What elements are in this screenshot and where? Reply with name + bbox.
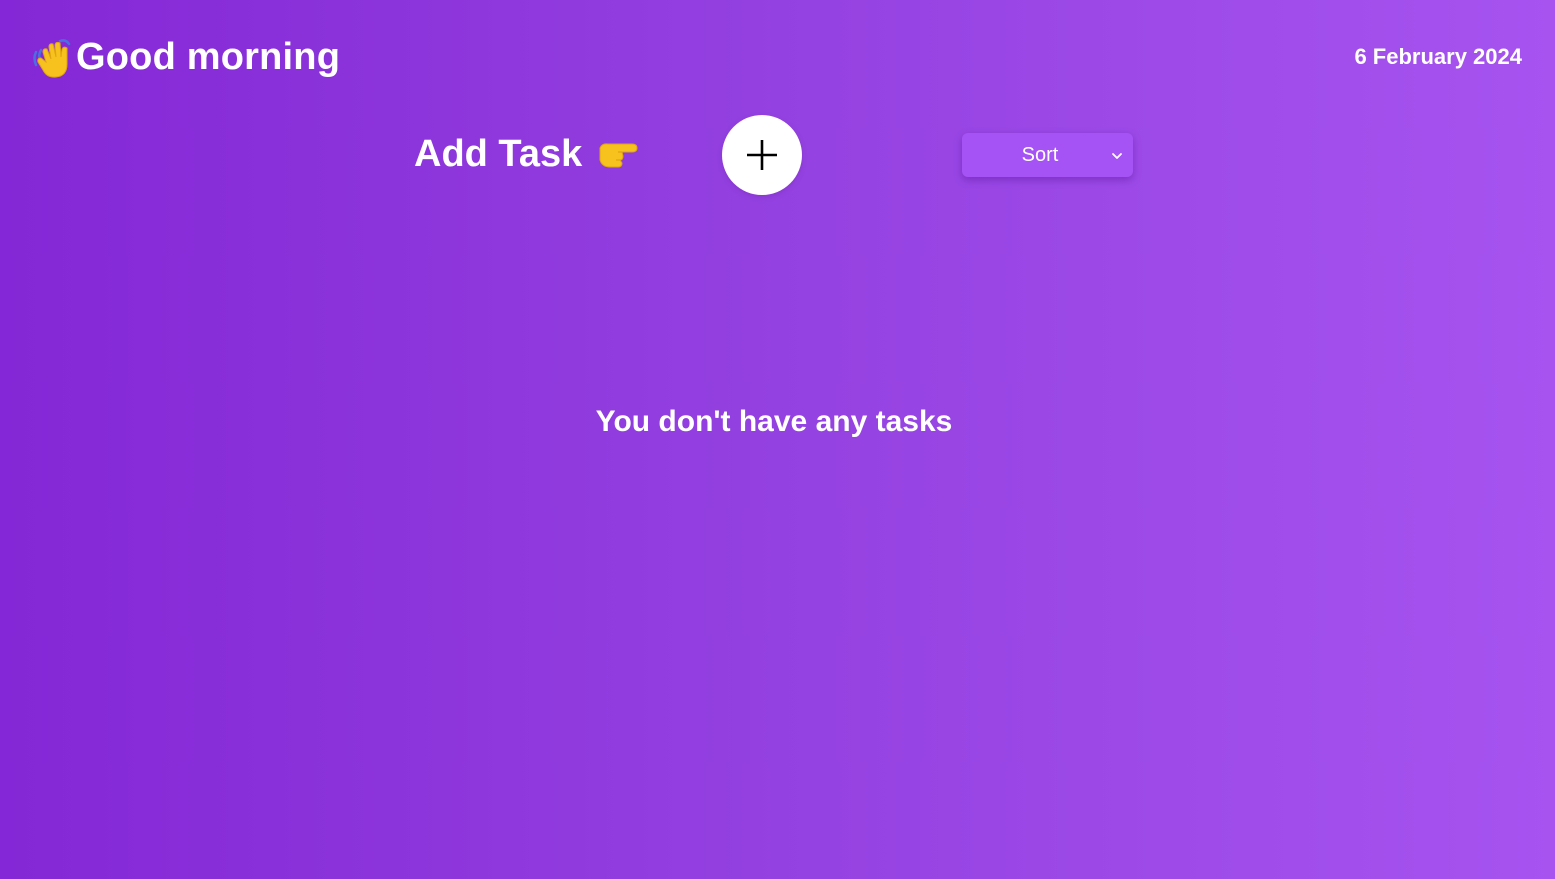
pointing-right-hand-icon — [596, 134, 640, 174]
empty-tasks-message: You don't have any tasks — [0, 402, 1555, 442]
plus-icon — [746, 139, 778, 171]
current-date: 6 February 2024 — [1354, 44, 1522, 69]
add-task-text: Add Task — [414, 133, 583, 175]
add-task-button[interactable] — [722, 115, 802, 195]
empty-tasks-text: You don't have any tasks — [595, 405, 953, 438]
toolbar: Add Task Sort — [0, 115, 1555, 195]
greeting-text: Good morning — [76, 36, 341, 78]
chevron-down-icon — [1111, 149, 1123, 161]
sort-selected-value: Sort — [1021, 144, 1059, 166]
add-task-heading: Add Task — [414, 131, 640, 177]
header: Good morning 6 February 2024 — [0, 0, 1555, 115]
waving-hand-icon — [32, 34, 76, 80]
sort-select[interactable]: Sort — [962, 133, 1133, 177]
greeting-heading: Good morning — [32, 34, 340, 80]
